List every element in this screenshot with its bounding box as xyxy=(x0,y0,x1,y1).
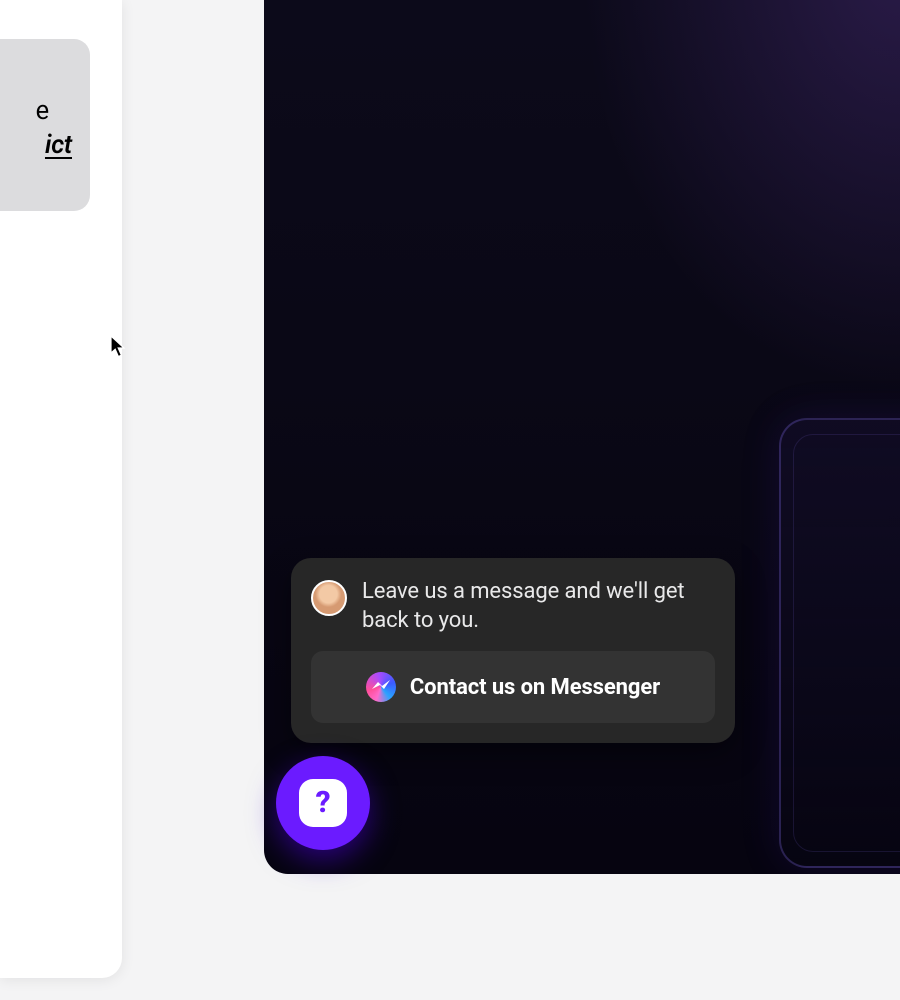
agent-avatar xyxy=(311,580,347,616)
chat-header: Leave us a message and we'll get back to… xyxy=(311,578,715,635)
device-frame xyxy=(779,418,900,868)
contact-messenger-button[interactable]: Contact us on Messenger xyxy=(311,651,715,723)
left-card-fragment: e ict xyxy=(0,39,90,211)
help-fab[interactable]: ? xyxy=(276,756,370,850)
chat-prompt-card: Leave us a message and we'll get back to… xyxy=(291,558,735,743)
messenger-icon xyxy=(366,672,396,702)
chat-prompt-text: Leave us a message and we'll get back to… xyxy=(362,578,715,635)
left-card-line2-link[interactable]: ict xyxy=(0,128,76,162)
help-fab-inner: ? xyxy=(299,779,347,827)
contact-messenger-label: Contact us on Messenger xyxy=(410,675,660,700)
question-mark-icon: ? xyxy=(315,788,330,818)
left-card-line1: e xyxy=(0,94,90,128)
